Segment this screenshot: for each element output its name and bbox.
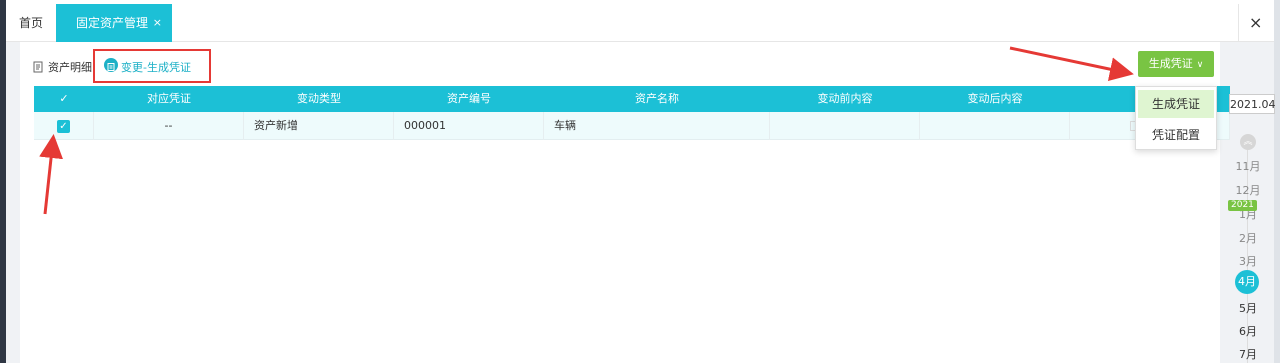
timeline-month[interactable]: 5月 [1222, 300, 1274, 316]
tab-bar: 首页 固定资产管理 × × [6, 4, 1274, 42]
menu-item-generate-voucher[interactable]: 生成凭证 [1138, 90, 1214, 118]
row-checkbox[interactable]: ✓ [57, 119, 70, 133]
timeline-month[interactable]: 11月 [1222, 158, 1274, 174]
chevron-down-icon: ∨ [1196, 60, 1204, 70]
close-icon[interactable]: × [1238, 4, 1264, 42]
main-content: 资产明细 变更-生成凭证 ✓ 对应凭证 变动类型 资产编号 资产名称 变动前内容… [6, 42, 1276, 363]
row-checkbox-cell: ✓ [34, 112, 94, 140]
header-voucher: 对应凭证 [147, 92, 191, 105]
change-table: ✓ 对应凭证 变动类型 资产编号 资产名称 变动前内容 变动后内容 操作 ✓ -… [34, 86, 1230, 140]
tab-home[interactable]: 首页 [6, 4, 56, 42]
timeline-month[interactable]: 2月 [1222, 230, 1274, 246]
menu-item-voucher-config[interactable]: 凭证配置 [1138, 121, 1214, 149]
cell-voucher: -- [94, 112, 244, 140]
cell-asset-name: 车辆 [544, 112, 770, 140]
asset-panel: 资产明细 变更-生成凭证 ✓ 对应凭证 变动类型 资产编号 资产名称 变动前内容… [20, 42, 1230, 363]
cell-change-type: 资产新增 [244, 112, 394, 140]
timeline-month[interactable]: 7月 [1222, 346, 1274, 362]
generate-voucher-button[interactable]: 生成凭证 ∨ [1138, 51, 1214, 77]
header-after: 变动后内容 [967, 92, 1023, 105]
tab-close-icon[interactable]: × [153, 4, 162, 42]
year-badge: 2021 [1228, 200, 1257, 211]
header-select-all[interactable]: ✓ [34, 86, 94, 112]
period-timeline: ︽ 11月 12月 1月 2021 2月 3月 4月 5月 6月 7月 [1222, 120, 1274, 363]
cell-before [770, 112, 920, 140]
timeline-month[interactable]: 12月 [1222, 182, 1274, 198]
header-before: 变动前内容 [817, 92, 873, 105]
timeline-month[interactable]: 3月 [1222, 253, 1274, 269]
header-asset-no: 资产编号 [447, 92, 491, 105]
timeline-month[interactable]: 6月 [1222, 323, 1274, 339]
table-row[interactable]: ✓ -- 资产新增 000001 车辆 [34, 112, 1230, 140]
scroll-up-icon[interactable]: ︽ [1240, 134, 1256, 150]
header-change-type: 变动类型 [297, 92, 341, 105]
table-header: ✓ 对应凭证 变动类型 资产编号 资产名称 变动前内容 变动后内容 操作 [34, 86, 1230, 112]
tab-label: 固定资产管理 [76, 16, 149, 30]
document-icon [33, 61, 43, 73]
subtab-asset-detail[interactable]: 资产明细 [32, 55, 92, 81]
tab-fixed-assets[interactable]: 固定资产管理 × [56, 4, 172, 42]
scrollbar-edge [1274, 0, 1280, 363]
generate-label: 生成凭证 [1148, 57, 1193, 70]
period-input[interactable]: 2021.04 [1229, 94, 1276, 114]
timeline-current-month[interactable]: 4月 [1235, 270, 1259, 294]
header-asset-name: 资产名称 [635, 92, 679, 105]
generate-dropdown-menu: 生成凭证 凭证配置 [1135, 86, 1217, 150]
cell-asset-no: 000001 [394, 112, 544, 140]
cell-after [920, 112, 1070, 140]
subtab-label: 资产明细 [48, 61, 92, 74]
annotation-highlight-box [93, 49, 211, 83]
